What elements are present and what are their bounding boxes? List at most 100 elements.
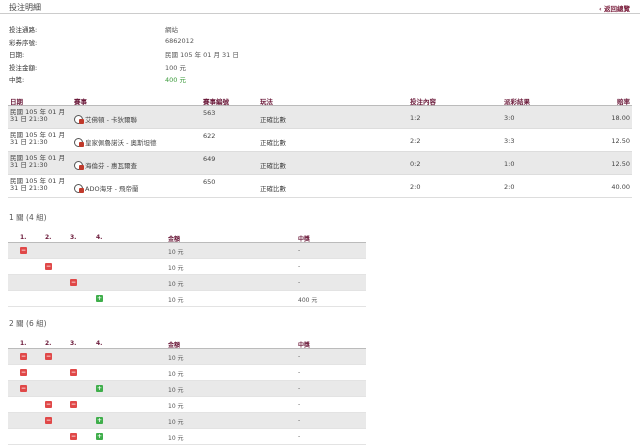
bet-odds: 12.50 <box>611 137 630 145</box>
combination-row: − +10 元 - <box>8 413 366 429</box>
bet-date: 民國 105 年 01 月 31 日 21:30 <box>10 132 70 146</box>
summary-value: 網站 <box>165 26 178 34</box>
lose-minus-icon: − <box>45 417 52 424</box>
bet-pick: 1:2 <box>410 114 421 122</box>
combination-win: - <box>298 385 301 392</box>
bet-odds: 18.00 <box>611 114 630 122</box>
bet-code: 563 <box>203 109 216 117</box>
grid-col-c1: 1. <box>20 234 27 241</box>
lose-minus-icon: − <box>45 353 52 360</box>
bet-play: 正確比數 <box>260 116 286 124</box>
bet-match-name: 艾佛頓 - 卡狄爾聯 <box>85 116 137 124</box>
bet-match-name: 皇家佩魯諾沃 - 奧斯坦德 <box>85 139 157 147</box>
bet-date-line2: 31 日 21:30 <box>10 138 48 146</box>
lose-minus-icon: − <box>20 369 27 376</box>
soccer-ball-icon <box>74 183 84 193</box>
bet-row: 民國 105 年 01 月 31 日 21:30 皇家佩魯諾沃 - 奧斯坦德 622 正… <box>8 129 632 152</box>
bet-date: 民國 105 年 01 月 31 日 21:30 <box>10 178 70 192</box>
combination-row: − − 10 元 - <box>8 365 366 381</box>
bet-odds: 40.00 <box>611 183 630 191</box>
summary-value: 400 元 <box>165 76 186 84</box>
back-to-overview-link[interactable]: ‹ 返回總覽 <box>599 3 630 13</box>
bet-match: 艾佛頓 - 卡狄爾聯 <box>74 114 137 125</box>
combination-amount: 10 元 <box>168 371 184 378</box>
lose-minus-icon: − <box>70 279 77 286</box>
col-date: 日期 <box>10 98 23 106</box>
combination-grid-header: 1. 2. 3. 4. 金額 中獎 <box>8 232 366 243</box>
bet-play: 正確比數 <box>260 139 286 147</box>
combination-grid: 1. 2. 3. 4. 金額 中獎 − − 10 元 - − − 10 元 - − +10 元 - − − 10 元 -… <box>8 338 366 445</box>
combination-win: - <box>298 417 301 424</box>
combination-row: − +10 元 - <box>8 429 366 445</box>
summary-value: 6862012 <box>165 36 194 45</box>
combination-amount: 10 元 <box>168 281 184 288</box>
bet-pick: 2:0 <box>410 183 421 191</box>
grid-col-c2: 2. <box>45 234 52 241</box>
bet-play: 正確比數 <box>260 185 286 193</box>
combination-amount: 10 元 <box>168 297 184 304</box>
grid-col-amount: 金額 <box>168 342 181 349</box>
bet-date: 民國 105 年 01 月 31 日 21:30 <box>10 109 70 123</box>
combination-row: − +10 元 - <box>8 381 366 397</box>
summary-row: 投注金額: 100 元 <box>9 62 409 72</box>
summary-label: 投注金額: <box>9 63 38 72</box>
bet-date-line2: 31 日 21:30 <box>10 184 48 192</box>
summary-row: 中獎: 400 元 <box>9 74 409 84</box>
bets-table-header: 日期 賽事 賽事編號 玩法 投注內容 派彩結果 賠率 <box>8 93 632 106</box>
grid-col-c4: 4. <box>96 340 103 347</box>
combination-win: - <box>298 433 301 440</box>
win-plus-icon: + <box>96 385 103 392</box>
bet-code: 649 <box>203 155 216 163</box>
bet-code: 650 <box>203 178 216 186</box>
combination-win: - <box>298 263 301 270</box>
lose-minus-icon: − <box>70 369 77 376</box>
combination-amount: 10 元 <box>168 403 184 410</box>
col-code: 賽事編號 <box>203 98 229 106</box>
summary-value: 100 元 <box>165 63 186 72</box>
col-play: 玩法 <box>260 98 273 106</box>
grid-col-c4: 4. <box>96 234 103 241</box>
combination-win: - <box>298 369 301 376</box>
summary-row: 投注通路: 網站 <box>9 24 409 34</box>
combination-win: 400 元 <box>298 297 318 304</box>
bet-date-line2: 31 日 21:30 <box>10 161 48 169</box>
combination-amount: 10 元 <box>168 419 184 426</box>
combination-amount: 10 元 <box>168 355 184 362</box>
combination-grid: 1. 2. 3. 4. 金額 中獎 − 10 元 - − 10 元 - − 10 元 - +10 元 400 元 <box>8 232 366 307</box>
bet-result: 2:0 <box>504 183 515 191</box>
bet-result: 3:3 <box>504 137 515 145</box>
bet-match-name: ADO海牙 - 飛帝蘭 <box>85 185 139 193</box>
summary-label: 日期: <box>9 51 25 59</box>
summary-value: 民國 105 年 01 月 31 日 <box>165 51 239 59</box>
bet-match-name: 海倫芬 - 惠瓦爾查 <box>85 162 137 170</box>
summary-row: 彩券序號: 6862012 <box>9 37 409 47</box>
combination-amount: 10 元 <box>168 387 184 394</box>
combination-amount: 10 元 <box>168 265 184 272</box>
lose-minus-icon: − <box>70 433 77 440</box>
summary-row: 日期: 民國 105 年 01 月 31 日 <box>9 49 409 59</box>
lose-minus-icon: − <box>70 401 77 408</box>
grid-col-win: 中獎 <box>298 342 311 349</box>
col-pick: 投注內容 <box>410 98 436 106</box>
bet-match: 皇家佩魯諾沃 - 奧斯坦德 <box>74 137 156 148</box>
combination-row: − − 10 元 - <box>8 397 366 413</box>
soccer-ball-icon <box>74 160 84 170</box>
grid-col-win: 中獎 <box>298 236 311 243</box>
bet-match: ADO海牙 - 飛帝蘭 <box>74 183 139 194</box>
summary-label: 投注通路: <box>9 26 38 34</box>
summary-label: 中獎: <box>9 76 25 84</box>
bet-row: 民國 105 年 01 月 31 日 21:30 艾佛頓 - 卡狄爾聯 563 正確比數… <box>8 106 632 129</box>
combination-row: − 10 元 - <box>8 275 366 291</box>
lose-minus-icon: − <box>20 385 27 392</box>
combination-win: - <box>298 247 301 254</box>
bet-row: 民國 105 年 01 月 31 日 21:30 ADO海牙 - 飛帝蘭 650 正確比… <box>8 175 632 198</box>
win-plus-icon: + <box>96 433 103 440</box>
combination-win: - <box>298 353 301 360</box>
bet-date: 民國 105 年 01 月 31 日 21:30 <box>10 155 70 169</box>
bet-code: 622 <box>203 132 216 140</box>
win-plus-icon: + <box>96 295 103 302</box>
combination-amount: 10 元 <box>168 249 184 256</box>
page-title: 投注明細 <box>9 3 41 12</box>
combination-win: - <box>298 401 301 408</box>
bet-date-line2: 31 日 21:30 <box>10 115 48 123</box>
